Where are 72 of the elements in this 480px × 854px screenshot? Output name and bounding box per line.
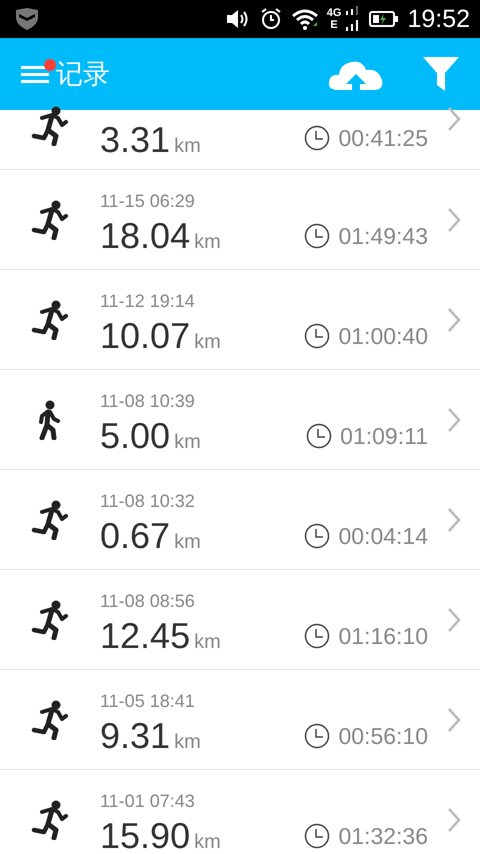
record-date: 11-08 10:32 (100, 490, 195, 510)
network-type-label: 4G (326, 7, 342, 19)
distance-unit: km (174, 732, 201, 752)
duration: 00:04:14 (338, 524, 428, 548)
clock-icon (304, 623, 330, 649)
chevron-right-icon[interactable] (446, 706, 462, 732)
chevron-right-icon[interactable] (446, 206, 462, 232)
clock-icon (306, 423, 332, 449)
distance-unit: km (194, 232, 221, 252)
record-row[interactable]: 11-08 08:56 12.45 km 01:16:10 (0, 570, 480, 670)
record-date: 11-01 07:43 (100, 790, 195, 810)
record-date: 11-12 19:14 (100, 290, 195, 310)
record-row[interactable]: 11-01 07:43 15.90 km 01:32:36 (0, 770, 480, 854)
wifi-icon (290, 8, 319, 30)
chevron-right-icon[interactable] (446, 406, 462, 432)
filter-icon[interactable] (422, 56, 460, 92)
runner-icon (30, 600, 70, 640)
runner-icon (30, 700, 70, 740)
distance-unit: km (194, 632, 221, 652)
record-row[interactable]: 11-15 06:29 18.04 km 01:49:43 (0, 170, 480, 270)
clock-icon (304, 523, 330, 549)
distance-value: 0.67 (100, 518, 170, 554)
chevron-right-icon[interactable] (446, 306, 462, 332)
clock-icon (304, 723, 330, 749)
record-date: 11-05 18:41 (100, 690, 195, 710)
chevron-right-icon[interactable] (446, 806, 462, 832)
distance-value: 5.00 (100, 418, 170, 454)
duration: 00:56:10 (338, 724, 428, 748)
duration: 01:49:43 (338, 224, 428, 248)
distance-unit: km (194, 332, 221, 352)
chevron-right-icon[interactable] (446, 606, 462, 632)
record-row[interactable]: 11-08 10:32 0.67 km 00:04:14 (0, 470, 480, 570)
distance-value: 15.90 (100, 818, 190, 854)
duration: 00:41:25 (338, 126, 428, 150)
shield-icon (14, 8, 40, 30)
record-row[interactable]: 11-08 10:39 5.00 km 01:09:11 (0, 370, 480, 470)
chevron-right-icon[interactable] (446, 106, 462, 132)
clock-icon (304, 223, 330, 249)
duration: 01:16:10 (338, 624, 428, 648)
distance-value: 9.31 (100, 718, 170, 754)
alarm-icon (258, 7, 283, 31)
menu-icon[interactable] (20, 63, 52, 85)
duration: 01:00:40 (338, 324, 428, 348)
runner-icon (30, 500, 70, 540)
record-row[interactable]: 11-12 19:14 10.07 km 01:00:40 (0, 270, 480, 370)
runner-icon (30, 106, 70, 146)
record-date: 11-15 06:29 (100, 190, 195, 210)
battery-icon (369, 10, 400, 28)
record-date: 11-08 08:56 (100, 590, 195, 610)
distance-value: 10.07 (100, 318, 190, 354)
distance-value: 3.31 (100, 122, 170, 158)
runner-icon (30, 300, 70, 340)
distance-unit: km (174, 136, 201, 156)
chevron-right-icon[interactable] (446, 506, 462, 532)
clock-time: 19:52 (407, 6, 470, 32)
duration: 01:32:36 (338, 824, 428, 848)
distance-value: 18.04 (100, 218, 190, 254)
network-type-label: E (330, 19, 338, 31)
distance-unit: km (194, 832, 221, 852)
record-row[interactable]: 3.31 km 00:41:25 (0, 110, 480, 170)
clock-icon (304, 323, 330, 349)
screen-title: 记录 (56, 60, 110, 88)
distance-unit: km (174, 532, 201, 552)
record-row[interactable]: 11-05 18:41 9.31 km 00:56:10 (0, 670, 480, 770)
distance-value: 12.45 (100, 618, 190, 654)
distance-unit: km (174, 432, 201, 452)
runner-icon (30, 200, 70, 240)
runner-icon (30, 800, 70, 840)
record-date: 11-08 10:39 (100, 390, 195, 410)
clock-icon (304, 823, 330, 849)
duration: 01:09:11 (340, 424, 428, 448)
clock-icon (304, 125, 330, 151)
